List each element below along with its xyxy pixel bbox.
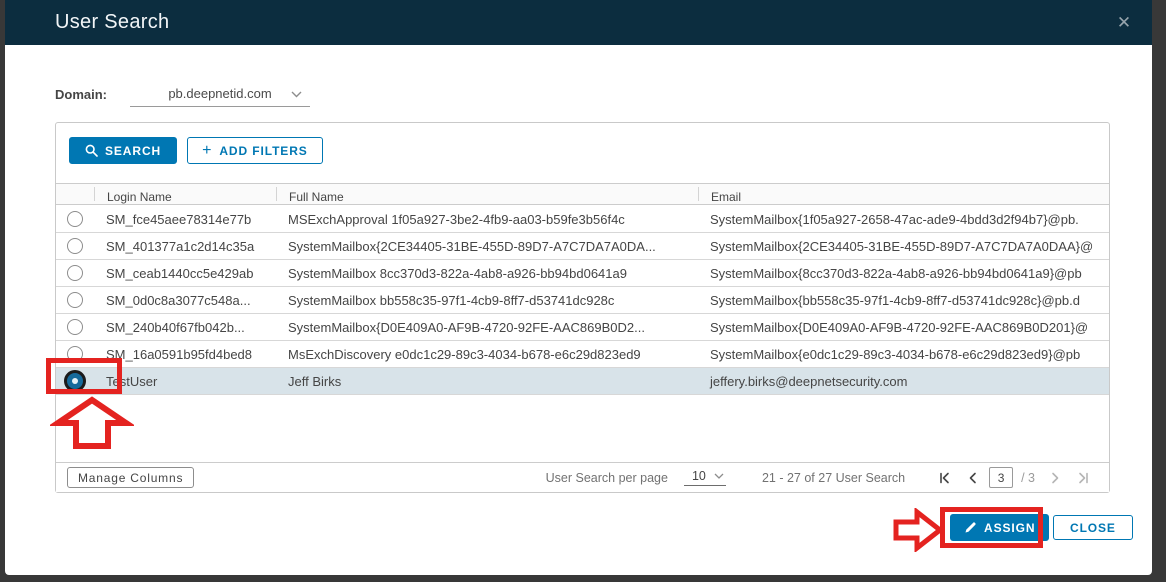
search-button-label: SEARCH <box>105 144 161 158</box>
cell-email: SystemMailbox{e0dc1c29-89c3-4034-b678-e6… <box>698 347 1109 362</box>
cell-email: jeffery.birks@deepnetsecurity.com <box>698 374 1109 389</box>
search-button[interactable]: SEARCH <box>69 137 177 164</box>
cell-full-name: SystemMailbox bb558c35-97f1-4cb9-8ff7-d5… <box>276 293 698 308</box>
table-row[interactable]: SM_0d0c8a3077c548a... SystemMailbox bb55… <box>56 287 1109 314</box>
per-page-select[interactable]: 10 <box>684 469 726 486</box>
cell-email: SystemMailbox{1f05a927-2658-47ac-ade9-4b… <box>698 212 1109 227</box>
close-button[interactable]: CLOSE <box>1053 515 1133 540</box>
cell-email: SystemMailbox{8cc370d3-822a-4ab8-a926-bb… <box>698 266 1109 281</box>
assign-button[interactable]: ASSIGN <box>950 514 1049 541</box>
cell-full-name: SystemMailbox{D0E409A0-AF9B-4720-92FE-AA… <box>276 320 698 335</box>
cell-full-name: MsExchDiscovery e0dc1c29-89c3-4034-b678-… <box>276 347 698 362</box>
radio-column-header <box>56 187 94 201</box>
dialog-title: User Search <box>55 0 169 45</box>
table-row[interactable]: SM_240b40f67fb042b... SystemMailbox{D0E4… <box>56 314 1109 341</box>
user-search-dialog: User Search ✕ Domain: pb.deepnetid.com S… <box>5 0 1152 575</box>
last-page-icon[interactable] <box>1071 467 1095 489</box>
cell-full-name: Jeff Birks <box>276 374 698 389</box>
table-footer: Manage Columns User Search per page 10 2… <box>56 462 1109 492</box>
search-results-card: SEARCH + ADD FILTERS Login Name Full Nam… <box>55 122 1110 493</box>
close-button-label: CLOSE <box>1070 521 1116 535</box>
first-page-icon[interactable] <box>933 467 957 489</box>
per-page-value: 10 <box>692 469 706 483</box>
cell-full-name: MSExchApproval 1f05a927-3be2-4fb9-aa03-b… <box>276 212 698 227</box>
page-total-text: / 3 <box>1021 471 1035 485</box>
dialog-header: User Search ✕ <box>5 0 1152 45</box>
table-row[interactable]: SM_16a0591b95fd4bed8 MsExchDiscovery e0d… <box>56 341 1109 368</box>
domain-select-value: pb.deepnetid.com <box>168 86 271 101</box>
cell-login-name: SM_240b40f67fb042b... <box>94 320 276 335</box>
cell-full-name: SystemMailbox 8cc370d3-822a-4ab8-a926-bb… <box>276 266 698 281</box>
cell-login-name: SM_0d0c8a3077c548a... <box>94 293 276 308</box>
pagination-area: User Search per page 10 21 - 27 of 27 Us… <box>546 467 1109 489</box>
cell-login-name: TestUser <box>94 374 276 389</box>
table-row[interactable]: SM_ceab1440cc5e429ab SystemMailbox 8cc37… <box>56 260 1109 287</box>
table-row[interactable]: SM_401377a1c2d14c35a SystemMailbox{2CE34… <box>56 233 1109 260</box>
prev-page-icon[interactable] <box>961 467 985 489</box>
cell-full-name: SystemMailbox{2CE34405-31BE-455D-89D7-A7… <box>276 239 698 254</box>
column-header-login-name[interactable]: Login Name <box>94 187 276 201</box>
chevron-down-icon <box>291 91 302 98</box>
close-icon[interactable]: ✕ <box>1112 11 1136 35</box>
cell-email: SystemMailbox{2CE34405-31BE-455D-89D7-A7… <box>698 239 1109 254</box>
cell-login-name: SM_fce45aee78314e77b <box>94 212 276 227</box>
row-radio-button[interactable] <box>67 319 83 335</box>
chevron-down-icon <box>714 473 724 479</box>
cell-login-name: SM_ceab1440cc5e429ab <box>94 266 276 281</box>
column-header-full-name[interactable]: Full Name <box>276 187 698 201</box>
assign-button-label: ASSIGN <box>984 521 1035 535</box>
table-row[interactable]: SM_fce45aee78314e77b MSExchApproval 1f05… <box>56 206 1109 233</box>
row-radio-button[interactable] <box>67 211 83 227</box>
row-radio-button[interactable] <box>67 265 83 281</box>
cell-login-name: SM_401377a1c2d14c35a <box>94 239 276 254</box>
row-radio-button[interactable] <box>67 238 83 254</box>
per-page-label: User Search per page <box>546 471 668 485</box>
row-radio-button[interactable] <box>67 292 83 308</box>
cell-email: SystemMailbox{D0E409A0-AF9B-4720-92FE-AA… <box>698 320 1109 335</box>
add-filters-button-label: ADD FILTERS <box>219 144 307 158</box>
plus-icon: + <box>202 143 212 159</box>
row-radio-button[interactable] <box>67 346 83 362</box>
domain-label: Domain: <box>55 87 107 102</box>
search-toolbar: SEARCH + ADD FILTERS <box>69 137 323 164</box>
pencil-icon <box>964 521 977 534</box>
table-row-selected[interactable]: TestUser Jeff Birks jeffery.birks@deepne… <box>56 368 1109 395</box>
cell-email: SystemMailbox{bb558c35-97f1-4cb9-8ff7-d5… <box>698 293 1109 308</box>
search-icon <box>85 144 98 157</box>
pager: / 3 <box>933 467 1095 489</box>
next-page-icon[interactable] <box>1043 467 1067 489</box>
table-header: Login Name Full Name Email <box>56 183 1109 205</box>
table-body: SM_fce45aee78314e77b MSExchApproval 1f05… <box>56 206 1109 395</box>
domain-select[interactable]: pb.deepnetid.com <box>130 81 310 107</box>
cell-login-name: SM_16a0591b95fd4bed8 <box>94 347 276 362</box>
row-radio-button-selected[interactable] <box>64 370 86 392</box>
add-filters-button[interactable]: + ADD FILTERS <box>187 137 323 164</box>
manage-columns-button[interactable]: Manage Columns <box>67 467 194 488</box>
current-page-input[interactable] <box>989 467 1013 488</box>
column-header-email[interactable]: Email <box>698 187 1109 201</box>
result-range-text: 21 - 27 of 27 User Search <box>762 471 905 485</box>
